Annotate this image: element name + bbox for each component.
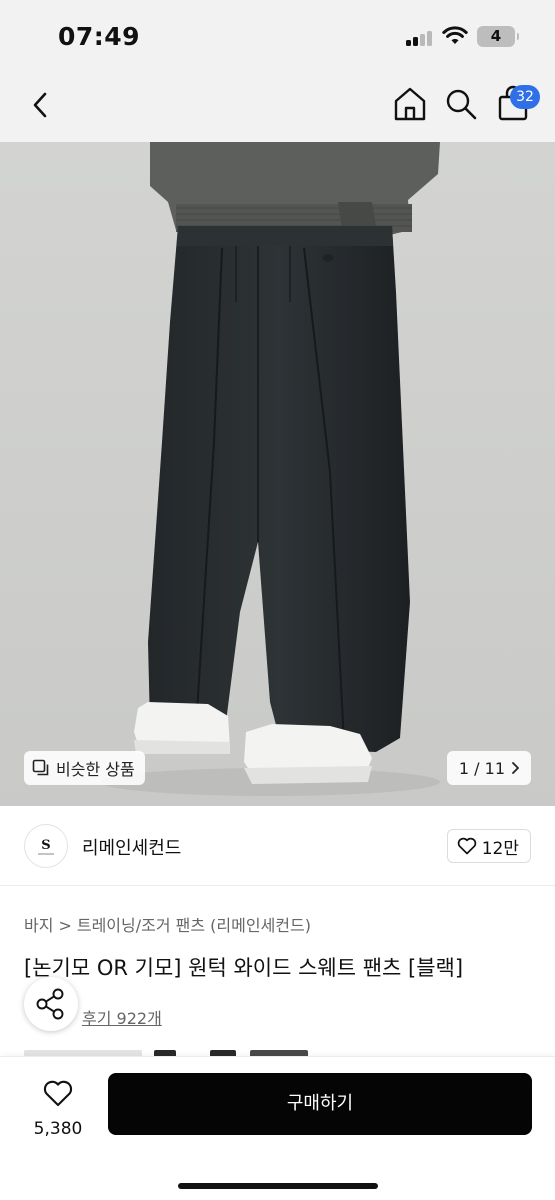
review-link[interactable]: 후기 922개 bbox=[82, 1005, 162, 1029]
brand-logo-mark: S bbox=[38, 838, 54, 855]
product-photo bbox=[0, 142, 555, 806]
share-button[interactable] bbox=[24, 977, 78, 1031]
search-icon bbox=[446, 89, 477, 120]
breadcrumb: 바지 > 트레이닝/조거 팬츠 (리메인세컨드) bbox=[24, 912, 311, 936]
home-icon bbox=[394, 87, 426, 121]
home-button[interactable] bbox=[393, 86, 427, 122]
brand-like-count: 12만 bbox=[481, 838, 519, 859]
wishlist-count: 5,380 bbox=[33, 1119, 83, 1139]
product-title: [논기모 OR 기모] 원턱 와이드 스웨트 팬츠 [블랙] bbox=[24, 956, 464, 980]
breadcrumb-item[interactable]: 바지 bbox=[24, 916, 53, 935]
bottom-action-bar: 5,380 구매하기 bbox=[0, 1056, 555, 1200]
image-counter[interactable]: 1 / 11 bbox=[446, 751, 531, 785]
chevron-right-icon bbox=[512, 762, 519, 774]
status-time: 07:49 bbox=[58, 22, 141, 51]
similar-products-button[interactable]: 비슷한 상품 bbox=[24, 751, 145, 785]
signal-icon bbox=[406, 30, 436, 46]
home-indicator bbox=[178, 1183, 378, 1189]
brand-like-button[interactable]: 12만 bbox=[446, 829, 531, 863]
battery-icon: 4 bbox=[477, 26, 519, 47]
status-bar: 07:49 4 bbox=[0, 0, 555, 70]
brand-logo[interactable]: S bbox=[24, 824, 68, 868]
search-button[interactable] bbox=[444, 86, 478, 122]
copy-icon bbox=[32, 759, 49, 776]
similar-products-label: 비슷한 상품 bbox=[56, 760, 135, 779]
buy-button[interactable]: 구매하기 bbox=[108, 1073, 532, 1135]
share-icon bbox=[36, 988, 64, 1020]
svg-text:S: S bbox=[41, 838, 50, 853]
heart-icon bbox=[43, 1080, 73, 1107]
image-counter-text: 1 / 11 bbox=[458, 758, 505, 778]
top-nav bbox=[0, 70, 555, 142]
wifi-icon bbox=[442, 26, 468, 44]
cart-count-badge: 32 bbox=[510, 85, 540, 109]
back-button[interactable] bbox=[26, 90, 56, 120]
breadcrumb-separator: > bbox=[58, 916, 72, 935]
breadcrumb-item[interactable]: 트레이닝/조거 팬츠 (리메인세컨드) bbox=[77, 916, 311, 935]
wishlist-button[interactable]: 5,380 bbox=[22, 1075, 94, 1145]
brand-name[interactable]: 리메인세컨드 bbox=[82, 834, 181, 860]
chevron-left-icon bbox=[33, 92, 47, 118]
brand-row: S 리메인세컨드 12만 bbox=[0, 806, 555, 886]
product-image[interactable]: 비슷한 상품 1 / 11 bbox=[0, 142, 555, 806]
heart-icon bbox=[457, 837, 476, 855]
